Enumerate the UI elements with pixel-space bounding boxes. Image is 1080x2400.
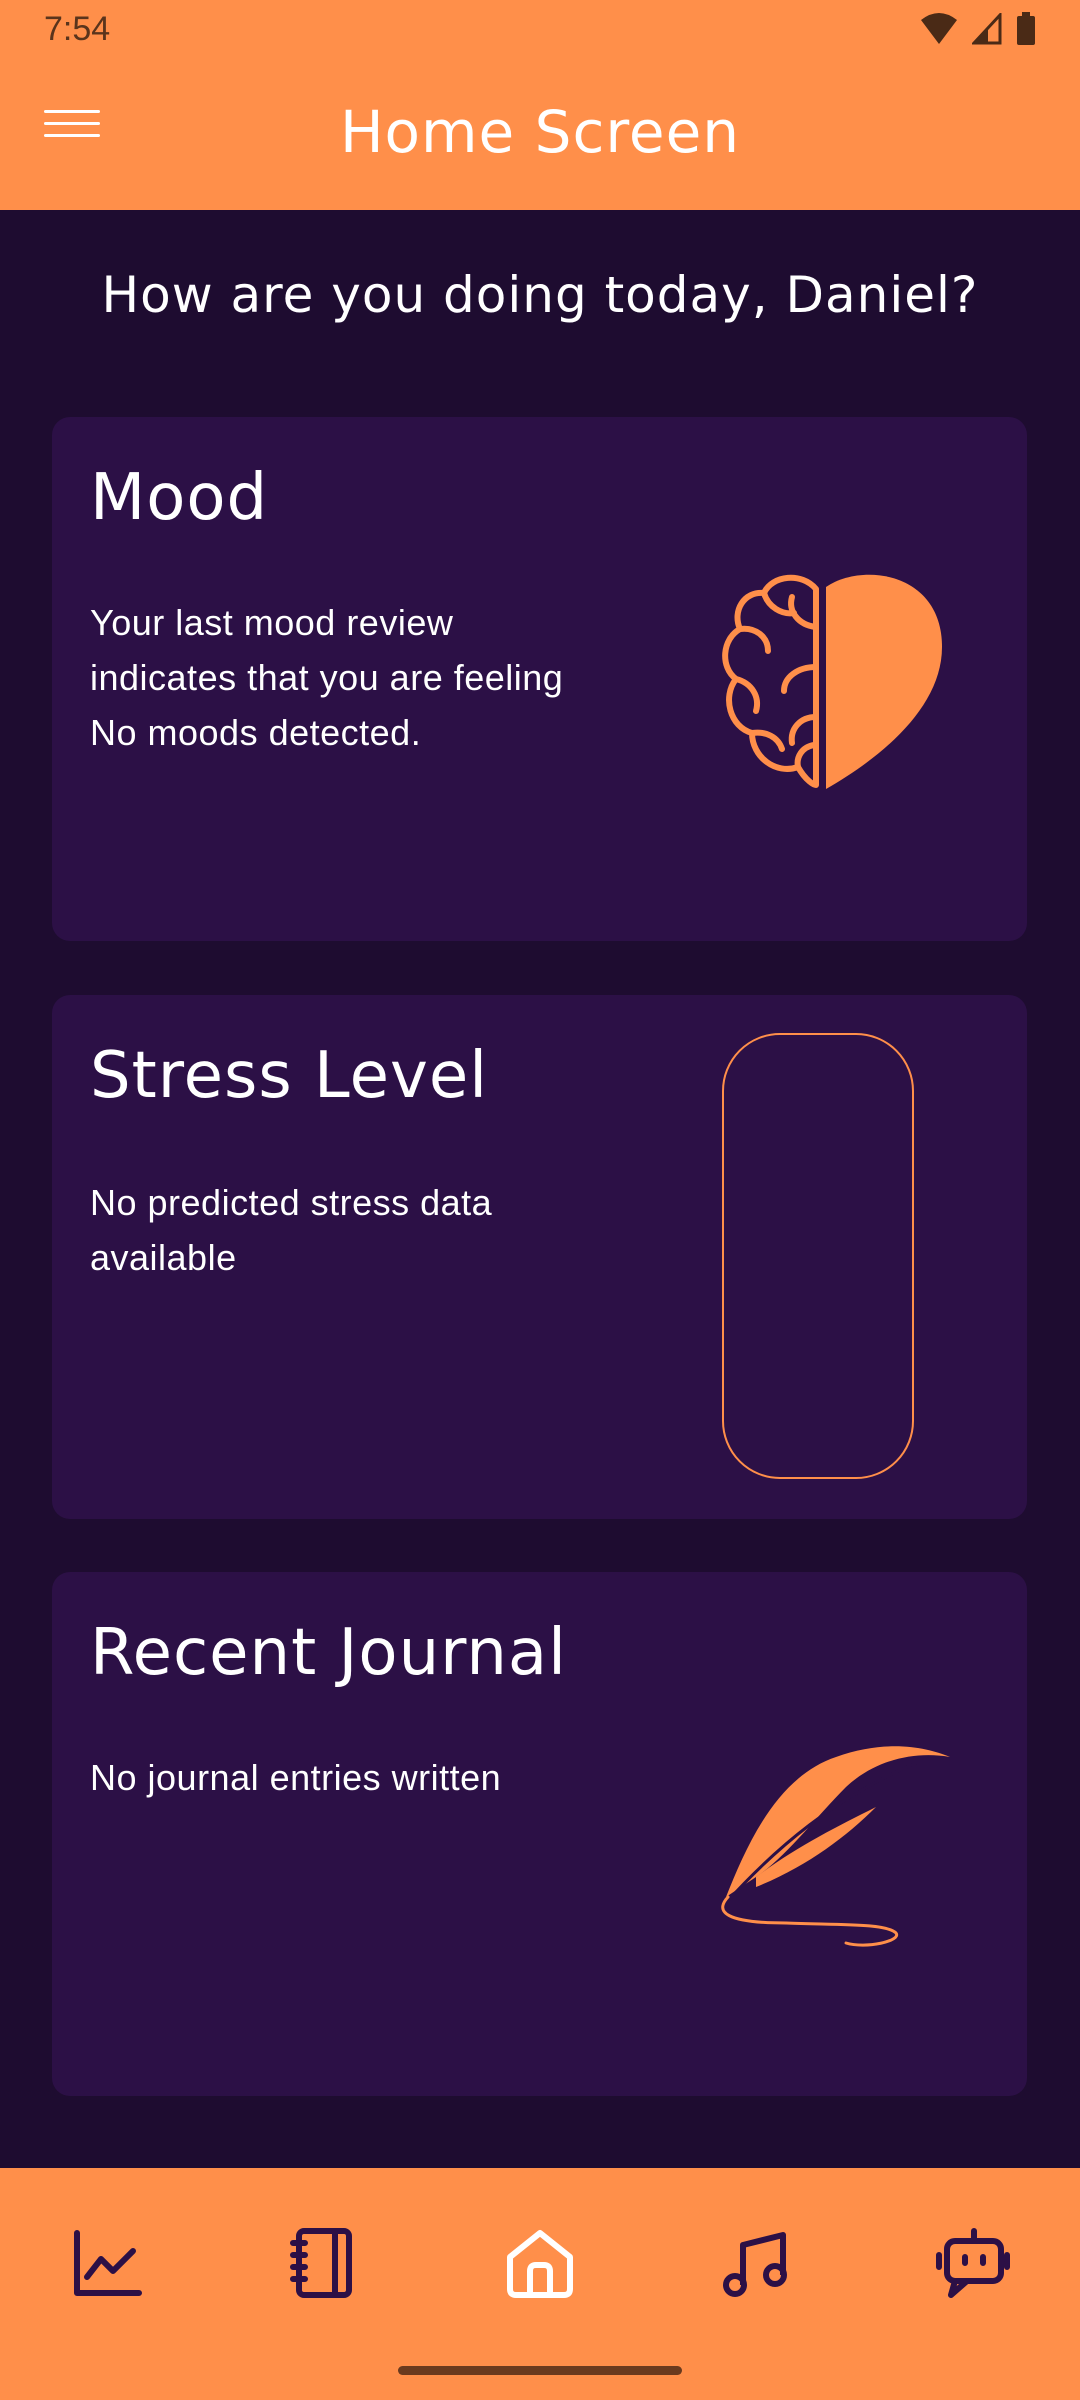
page-title: Home Screen	[339, 98, 741, 166]
quill-feather-icon	[721, 1746, 950, 1947]
journal-notebook-icon	[290, 2228, 352, 2298]
battery-icon	[1017, 12, 1035, 45]
bottom-navigation	[0, 2168, 1080, 2400]
nav-stats[interactable]	[52, 2208, 162, 2318]
mood-card-title: Mood	[90, 461, 269, 535]
greeting-text: How are you doing today, Daniel?	[101, 266, 979, 324]
nav-chatbot[interactable]	[918, 2208, 1028, 2318]
status-bar: 7:54	[0, 0, 1080, 58]
journal-card-title: Recent Journal	[90, 1616, 567, 1690]
home-icon	[507, 2230, 573, 2298]
music-note-icon	[723, 2232, 787, 2297]
nav-journal[interactable]	[266, 2208, 376, 2318]
chat-bot-icon	[936, 2228, 1010, 2298]
app-bar: Home Screen	[0, 58, 1080, 210]
journal-card[interactable]: Recent Journal No journal entries writte…	[52, 1572, 1027, 2096]
stress-card[interactable]: Stress Level No predicted stress data av…	[52, 995, 1027, 1519]
brain-heart-icon	[722, 574, 942, 789]
signal-icon	[972, 13, 1002, 45]
status-icons	[920, 12, 1036, 46]
stress-gauge-outline	[722, 1033, 914, 1479]
status-time: 7:54	[44, 10, 111, 48]
nav-home[interactable]	[485, 2208, 595, 2318]
mood-card-text: Your last mood review indicates that you…	[90, 602, 564, 753]
stress-card-text: No predicted stress data available	[90, 1182, 493, 1278]
stress-card-title: Stress Level	[90, 1039, 488, 1113]
mood-card[interactable]: Mood Your last mood review indicates tha…	[52, 417, 1027, 941]
journal-card-text: No journal entries written	[90, 1757, 502, 1798]
chart-line-icon	[74, 2230, 142, 2296]
home-indicator[interactable]	[398, 2366, 682, 2375]
wifi-icon	[921, 13, 957, 44]
nav-music[interactable]	[702, 2208, 812, 2318]
